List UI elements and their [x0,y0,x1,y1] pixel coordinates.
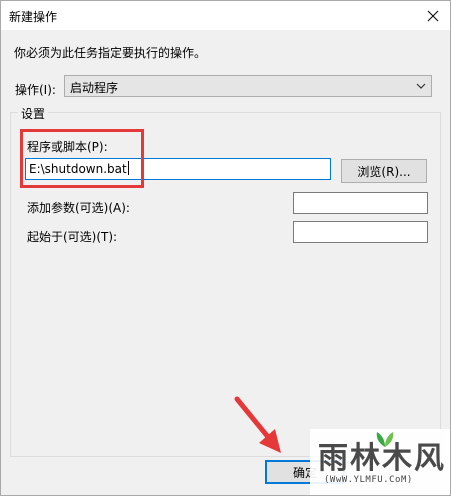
watermark-url: (WwW.YLMFU.CoM) [324,475,413,485]
dialog-title: 新建操作 [9,10,58,24]
title-bar: 新建操作 [1,1,450,30]
annotation-arrow-icon [234,396,281,453]
watermark-logo: 雨林木风 (WwW.YLMFU.CoM) [310,429,450,495]
action-label: 操作(I): [15,83,56,97]
highlight-annotation [20,129,144,188]
args-label: 添加参数(可选)(A): [27,201,130,215]
new-action-dialog: 新建操作 你必须为此任务指定要执行的操作。 操作(I): 启动程序 设置 程序或… [0,0,451,496]
close-button[interactable] [416,1,450,30]
args-input[interactable] [293,192,428,214]
start-in-label: 起始于(可选)(T): [27,230,118,244]
close-icon [427,10,439,21]
action-select-value: 启动程序 [70,81,119,95]
action-select[interactable]: 启动程序 [64,75,432,97]
start-in-input[interactable] [293,221,428,243]
settings-legend: 设置 [18,105,49,122]
chevron-down-icon [416,83,426,89]
browse-button[interactable]: 浏览(R)... [341,159,427,183]
watermark-text: 雨林木风 [318,441,446,476]
instruction-text: 你必须为此任务指定要执行的操作。 [14,46,207,60]
